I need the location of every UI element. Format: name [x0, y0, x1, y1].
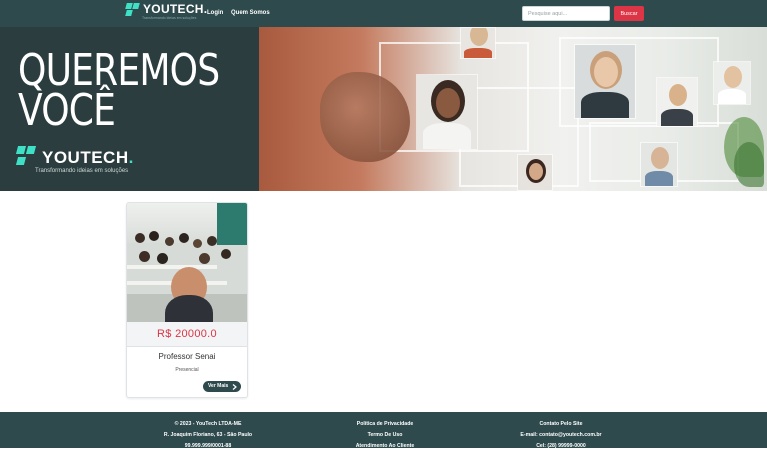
job-title: Professor Senai [158, 352, 216, 361]
brand-logo[interactable]: YOUTECH. [125, 2, 208, 17]
footer-copyright: © 2023 - YouTech LTDA-ME [174, 421, 242, 427]
portrait-photo [416, 74, 478, 150]
plant-leaf [734, 142, 764, 187]
portrait-photo [574, 44, 636, 119]
footer-contact-site[interactable]: Contato Pelo Site [486, 419, 636, 430]
footer-link-atendimento[interactable]: Atendimento Ao Cliente [310, 441, 460, 452]
job-price: R$ 20000.0 [157, 328, 217, 340]
footer-link-privacidade[interactable]: Política de Privacidade [310, 419, 460, 430]
card-divider [127, 346, 247, 347]
hero-logo-name: YOUTECH [42, 148, 129, 167]
portrait-photo [656, 77, 698, 127]
nav-link-login[interactable]: Login [207, 10, 223, 16]
brand-name: YOUTECH. [143, 2, 208, 16]
footer-links: Política de Privacidade Termo De Uso Ate… [310, 419, 460, 452]
search-button[interactable]: Buscar [614, 6, 644, 21]
brand-tagline: Transformando ideias em soluções [142, 16, 197, 20]
hero-logo-dot: . [128, 148, 134, 167]
job-card-image [127, 203, 247, 322]
hero-banner: QUEREMOS VOCÊ YOUTECH. Transformando ide… [0, 27, 767, 191]
footer-link-termo[interactable]: Termo De Uso [310, 430, 460, 441]
portrait-photo [640, 142, 678, 187]
ver-mais-label: Ver Mais [208, 383, 229, 389]
youtech-logo-icon [125, 3, 140, 17]
portrait-photo [517, 154, 553, 191]
footer-cnpj: 99.999.999/0001-88 [184, 443, 232, 449]
search-input[interactable] [522, 6, 610, 21]
hero-tagline: Transformando ideias em soluções [35, 168, 129, 174]
navbar: YOUTECH. Transformando ideias em soluçõe… [0, 0, 767, 27]
chevron-right-icon [232, 383, 238, 390]
ver-mais-button[interactable]: Ver Mais [203, 381, 242, 392]
footer-contact: Contato Pelo Site E-mail: contato@youtec… [486, 419, 636, 452]
footer-phone: Cel: (28) 99999-0000 [536, 443, 586, 449]
footer-email: E-mail: contato@youtech.com.br [520, 432, 602, 438]
portrait-photo [460, 27, 496, 59]
hero-title: QUEREMOS VOCÊ [18, 49, 220, 136]
job-mode: Presencial [175, 367, 199, 373]
footer-company: © 2023 - YouTech LTDA-ME R. Joaquim Flor… [133, 419, 283, 452]
job-card[interactable]: R$ 20000.0 Professor Senai Presencial Ve… [126, 202, 248, 398]
hero-title-line: VOCÊ [18, 85, 116, 136]
youtech-logo-icon [15, 146, 37, 168]
hero-logo-text: YOUTECH. [42, 148, 134, 168]
nav-link-quem-somos[interactable]: Quem Somos [231, 10, 270, 16]
portrait-photo [713, 61, 751, 105]
footer: © 2023 - YouTech LTDA-ME R. Joaquim Flor… [0, 412, 767, 449]
footer-address: R. Joaquim Floriano, 63 - São Paulo [163, 432, 253, 438]
